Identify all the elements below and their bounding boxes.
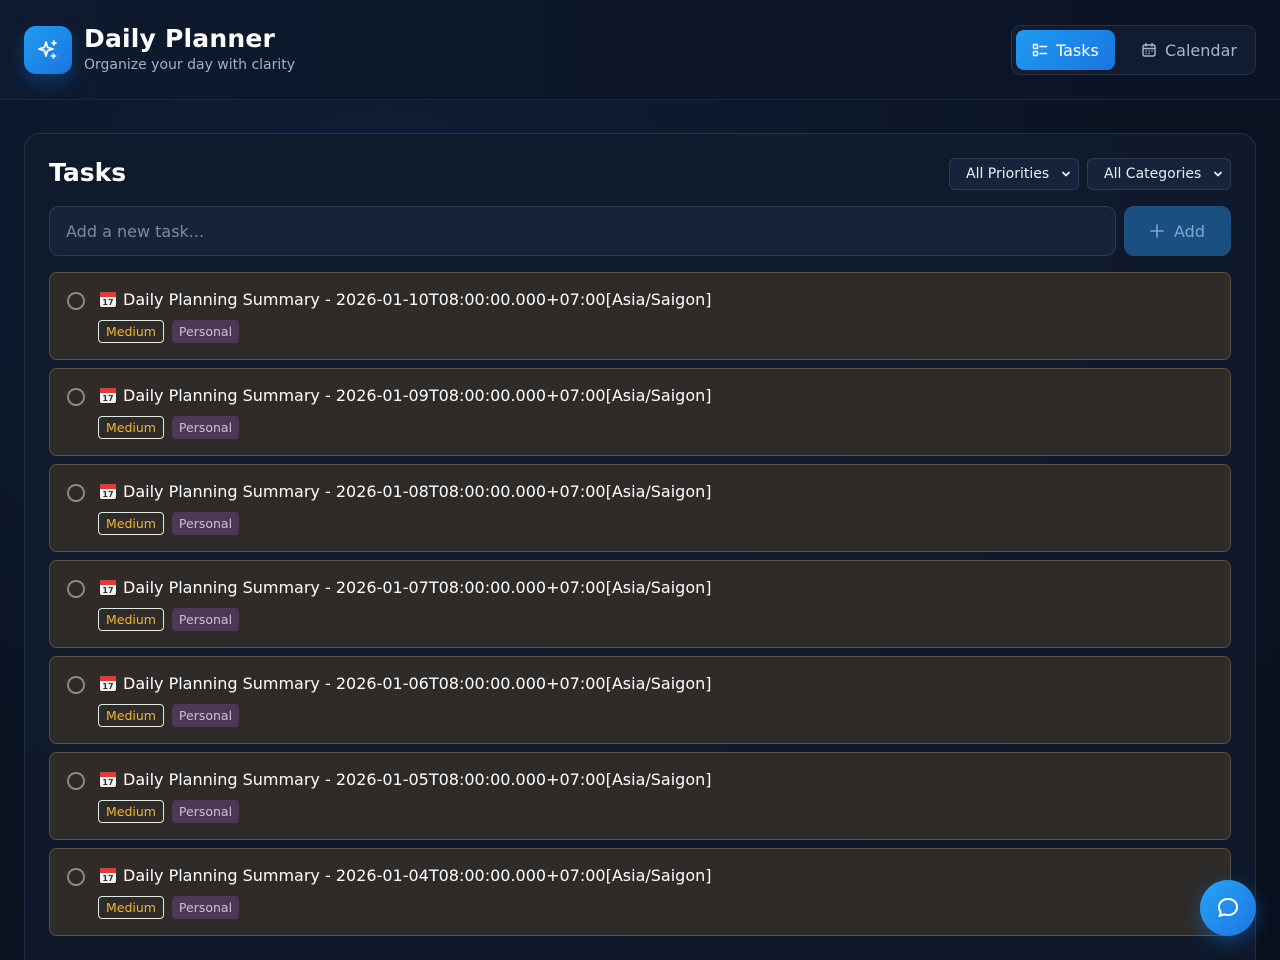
task-checkbox[interactable]	[67, 388, 85, 406]
app-subtitle: Organize your day with clarity	[84, 57, 296, 73]
add-task-label: Add	[1174, 221, 1205, 241]
svg-text:17: 17	[102, 778, 113, 787]
task-card[interactable]: 17 Daily Planning Summary - 2026-01-04T0…	[49, 848, 1231, 936]
svg-text:17: 17	[102, 682, 113, 691]
calendar-emoji-icon: 17	[100, 484, 116, 499]
task-card[interactable]: 17 Daily Planning Summary - 2026-01-07T0…	[49, 560, 1231, 648]
task-card[interactable]: 17 Daily Planning Summary - 2026-01-09T0…	[49, 368, 1231, 456]
calendar-emoji-icon: 17	[100, 388, 116, 403]
task-card[interactable]: 17 Daily Planning Summary - 2026-01-08T0…	[49, 464, 1231, 552]
priority-badge: Medium	[98, 416, 164, 439]
task-card[interactable]: 17 Daily Planning Summary - 2026-01-06T0…	[49, 656, 1231, 744]
view-switcher: Tasks Calendar	[1011, 25, 1256, 75]
category-badge: Personal	[172, 608, 239, 631]
app-logo	[24, 26, 72, 74]
app-title: Daily Planner	[84, 24, 276, 53]
task-card[interactable]: 17 Daily Planning Summary - 2026-01-05T0…	[49, 752, 1231, 840]
add-task-button[interactable]: Add	[1124, 206, 1231, 256]
page-title: Tasks	[49, 158, 127, 187]
task-title: Daily Planning Summary - 2026-01-06T08:0…	[123, 674, 712, 693]
new-task-input[interactable]	[49, 206, 1116, 256]
priority-filter-value: All Priorities	[966, 166, 1050, 182]
task-title: Daily Planning Summary - 2026-01-10T08:0…	[123, 290, 712, 309]
calendar-view-label: Calendar	[1165, 40, 1237, 60]
priority-badge: Medium	[98, 608, 164, 631]
priority-badge: Medium	[98, 896, 164, 919]
chevron-down-icon	[1214, 171, 1222, 177]
category-filter-select[interactable]: All Categories	[1087, 158, 1231, 190]
app-header: Daily Planner Organize your day with cla…	[0, 0, 1280, 100]
priority-filter-select[interactable]: All Priorities	[949, 158, 1079, 190]
sparkles-icon	[38, 40, 57, 59]
category-badge: Personal	[172, 704, 239, 727]
task-checkbox[interactable]	[67, 484, 85, 502]
task-checkbox[interactable]	[67, 676, 85, 694]
task-title: Daily Planning Summary - 2026-01-05T08:0…	[123, 770, 712, 789]
priority-badge: Medium	[98, 320, 164, 343]
calendar-emoji-icon: 17	[100, 772, 116, 787]
category-badge: Personal	[172, 320, 239, 343]
task-title: Daily Planning Summary - 2026-01-07T08:0…	[123, 578, 712, 597]
plus-icon	[1150, 224, 1164, 238]
svg-text:17: 17	[102, 874, 113, 883]
app-root: Daily Planner Organize your day with cla…	[0, 0, 1280, 960]
calendar-emoji-icon: 17	[100, 868, 116, 883]
category-badge: Personal	[172, 800, 239, 823]
task-checkbox[interactable]	[67, 580, 85, 598]
svg-text:17: 17	[102, 586, 113, 595]
list-checks-icon	[1032, 43, 1048, 57]
svg-text:17: 17	[102, 394, 113, 403]
task-card[interactable]: 17 Daily Planning Summary - 2026-01-10T0…	[49, 272, 1231, 360]
task-checkbox[interactable]	[67, 772, 85, 790]
svg-text:17: 17	[102, 298, 113, 307]
priority-badge: Medium	[98, 704, 164, 727]
category-badge: Personal	[172, 416, 239, 439]
tasks-view-button[interactable]: Tasks	[1016, 30, 1115, 70]
calendar-icon	[1142, 42, 1156, 57]
chat-button[interactable]	[1200, 880, 1256, 936]
category-filter-value: All Categories	[1104, 166, 1202, 182]
calendar-view-button[interactable]: Calendar	[1125, 30, 1251, 70]
priority-badge: Medium	[98, 800, 164, 823]
priority-badge: Medium	[98, 512, 164, 535]
task-list: 17 Daily Planning Summary - 2026-01-10T0…	[49, 272, 1231, 944]
task-checkbox[interactable]	[67, 292, 85, 310]
chevron-down-icon	[1062, 171, 1070, 177]
calendar-emoji-icon: 17	[100, 676, 116, 691]
svg-text:17: 17	[102, 490, 113, 499]
tasks-view-label: Tasks	[1056, 40, 1099, 60]
calendar-emoji-icon: 17	[100, 292, 116, 307]
task-checkbox[interactable]	[67, 868, 85, 886]
task-title: Daily Planning Summary - 2026-01-09T08:0…	[123, 386, 712, 405]
task-title: Daily Planning Summary - 2026-01-04T08:0…	[123, 866, 712, 885]
chat-bubble-icon	[1218, 898, 1238, 917]
calendar-emoji-icon: 17	[100, 580, 116, 595]
category-badge: Personal	[172, 512, 239, 535]
category-badge: Personal	[172, 896, 239, 919]
task-title: Daily Planning Summary - 2026-01-08T08:0…	[123, 482, 712, 501]
tasks-panel: Tasks All Priorities All Categories Add …	[24, 133, 1256, 960]
